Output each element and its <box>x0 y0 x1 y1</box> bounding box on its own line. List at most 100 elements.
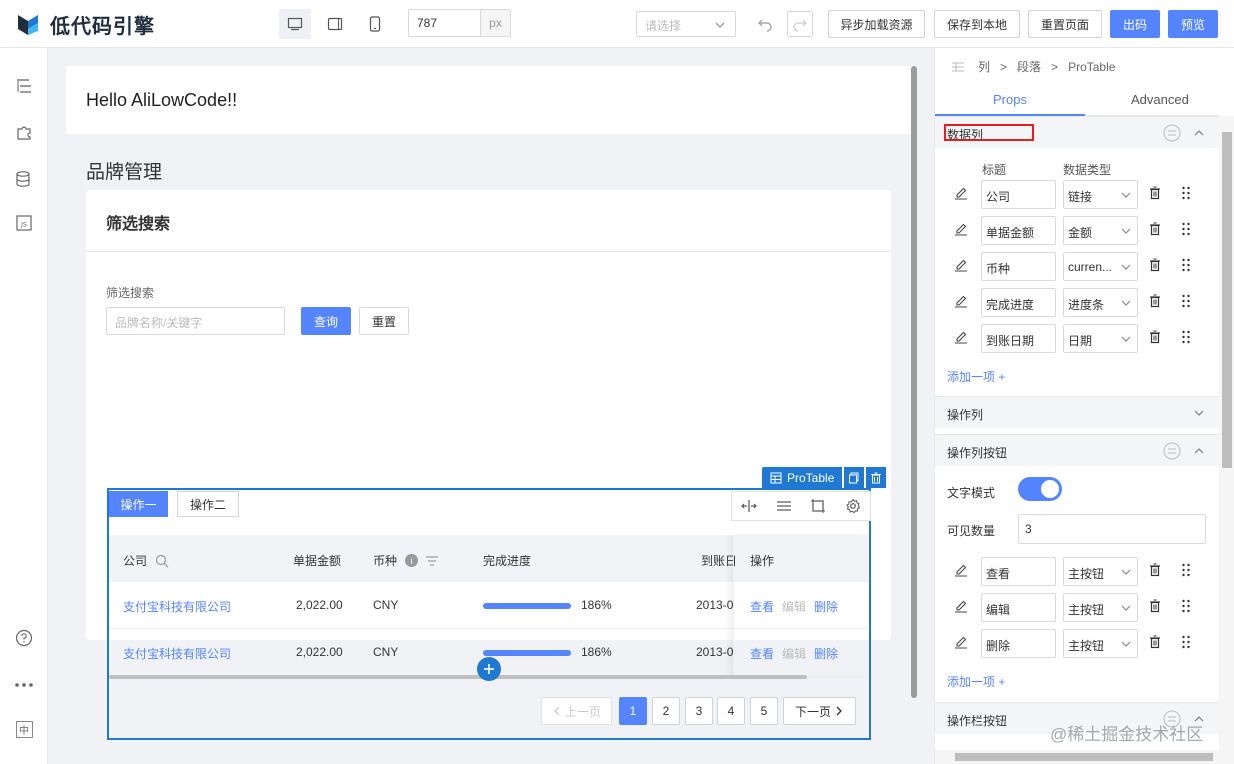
drag-handle-icon[interactable] <box>1181 258 1191 272</box>
column-type-select[interactable]: 日期 <box>1063 324 1138 353</box>
drag-handle-icon[interactable] <box>1181 599 1191 613</box>
column-title-input[interactable]: 到账日期 <box>981 324 1056 353</box>
trash-icon[interactable] <box>1149 258 1161 272</box>
section-op-column-header[interactable]: 操作列 <box>935 396 1219 428</box>
table-horizontal-scrollbar[interactable] <box>109 675 807 679</box>
chevron-up-icon[interactable] <box>1190 442 1208 460</box>
view-link[interactable]: 查看 <box>750 598 774 615</box>
edit-icon[interactable] <box>954 635 968 649</box>
page-3-button[interactable]: 3 <box>685 697 713 725</box>
datasource-button[interactable] <box>14 169 34 189</box>
delete-link[interactable]: 删除 <box>814 645 838 662</box>
canvas-width-input[interactable]: 787 px <box>408 9 511 37</box>
column-type-select[interactable]: 金额 <box>1063 216 1138 245</box>
row-company-link[interactable]: 支付宝科技有限公司 <box>123 598 231 615</box>
drag-handle-icon[interactable] <box>1181 186 1191 200</box>
fullscreen-icon[interactable] <box>810 498 826 514</box>
delete-link[interactable]: 删除 <box>814 598 838 615</box>
schema-select[interactable]: 请选择 <box>636 11 736 37</box>
edit-icon[interactable] <box>954 330 968 344</box>
preview-button[interactable]: 预览 <box>1168 10 1218 38</box>
row-company-link[interactable]: 支付宝科技有限公司 <box>123 645 231 662</box>
page-4-button[interactable]: 4 <box>717 697 745 725</box>
next-page-button[interactable]: 下一页 <box>783 697 856 725</box>
column-width-icon[interactable] <box>741 499 758 513</box>
trash-icon[interactable] <box>1149 563 1161 577</box>
column-title-input[interactable]: 公司 <box>981 180 1056 209</box>
breadcrumb-item[interactable]: ProTable <box>1068 60 1115 74</box>
canvas-vertical-scrollbar[interactable] <box>911 66 917 698</box>
drag-handle-icon[interactable] <box>1181 635 1191 649</box>
protable[interactable]: 操作一 操作二 公司 单据金额 币种 i 完成进度 到账日 操作 支付宝科技有限… <box>107 488 871 740</box>
gear-icon[interactable] <box>845 498 861 514</box>
protable-label[interactable]: ProTable <box>762 467 843 488</box>
chevron-down-icon[interactable] <box>1190 404 1208 422</box>
edit-icon[interactable] <box>954 186 968 200</box>
chevron-up-icon[interactable] <box>1190 124 1208 142</box>
copy-component-button[interactable] <box>844 467 865 488</box>
op-button-type-select[interactable]: 主按钮 <box>1063 557 1138 586</box>
reset-button[interactable]: 重置 <box>359 307 409 335</box>
help-button[interactable] <box>14 628 34 648</box>
prev-page-button[interactable]: 上一页 <box>541 697 612 725</box>
drag-handle-icon[interactable] <box>1181 330 1191 344</box>
edit-icon[interactable] <box>954 599 968 613</box>
breadcrumb-item[interactable]: 段落 <box>1017 58 1041 75</box>
variable-binding-icon[interactable] <box>1163 124 1181 142</box>
text-mode-toggle[interactable] <box>1018 477 1062 501</box>
column-type-select[interactable]: 链接 <box>1063 180 1138 209</box>
op-button-type-select[interactable]: 主按钮 <box>1063 629 1138 658</box>
device-desktop-button[interactable] <box>279 9 311 39</box>
page-1-button[interactable]: 1 <box>619 697 647 725</box>
variable-binding-icon[interactable] <box>1163 442 1181 460</box>
add-component-button[interactable] <box>477 657 501 681</box>
edit-icon[interactable] <box>954 222 968 236</box>
trash-icon[interactable] <box>1149 635 1161 649</box>
op-button-type-select[interactable]: 主按钮 <box>1063 593 1138 622</box>
undo-button[interactable] <box>752 11 778 37</box>
row-density-icon[interactable] <box>776 499 792 513</box>
reset-page-button[interactable]: 重置页面 <box>1028 10 1102 38</box>
scrollbar-thumb[interactable] <box>1222 132 1232 468</box>
column-title-input[interactable]: 单据金额 <box>981 216 1056 245</box>
tab-advanced[interactable]: Advanced <box>1131 92 1189 107</box>
column-type-select[interactable]: curren... <box>1063 252 1138 281</box>
outline-tree-button[interactable] <box>14 76 34 96</box>
save-local-button[interactable]: 保存到本地 <box>934 10 1020 38</box>
delete-component-button[interactable] <box>866 467 887 488</box>
info-icon[interactable]: i <box>405 554 419 567</box>
more-button[interactable] <box>14 675 34 695</box>
component-library-button[interactable] <box>14 122 34 142</box>
column-title-input[interactable]: 币种 <box>981 252 1056 281</box>
edit-link[interactable]: 编辑 <box>782 598 806 615</box>
trash-icon[interactable] <box>1149 599 1161 613</box>
add-op-button-link[interactable]: 添加一项 + <box>947 673 1005 690</box>
async-load-button[interactable]: 异步加载资源 <box>828 10 925 38</box>
drag-handle-icon[interactable] <box>1181 294 1191 308</box>
edit-icon[interactable] <box>954 563 968 577</box>
page-2-button[interactable]: 2 <box>652 697 680 725</box>
section-op-buttons-header[interactable]: 操作列按钮 <box>935 434 1219 466</box>
edit-icon[interactable] <box>954 294 968 308</box>
column-type-select[interactable]: 进度条 <box>1063 288 1138 317</box>
visible-count-input[interactable]: 3 <box>1018 514 1206 544</box>
drag-handle-icon[interactable] <box>1181 222 1191 236</box>
settings-vertical-scrollbar[interactable] <box>1219 116 1234 764</box>
tab-props[interactable]: Props <box>993 92 1027 107</box>
trash-icon[interactable] <box>1149 294 1161 308</box>
page-5-button[interactable]: 5 <box>750 697 778 725</box>
op-button-title-input[interactable]: 删除 <box>981 629 1056 658</box>
brand-search-input[interactable]: 品牌名称/关键字 <box>106 307 285 335</box>
edit-icon[interactable] <box>954 258 968 272</box>
redo-button[interactable] <box>787 11 813 37</box>
edit-link[interactable]: 编辑 <box>782 645 806 662</box>
op-button-title-input[interactable]: 查看 <box>981 557 1056 586</box>
view-link[interactable]: 查看 <box>750 645 774 662</box>
op-button-title-input[interactable]: 编辑 <box>981 593 1056 622</box>
drag-handle-icon[interactable] <box>1181 563 1191 577</box>
tab-op-2[interactable]: 操作二 <box>177 491 239 517</box>
device-tablet-button[interactable] <box>319 9 351 39</box>
query-button[interactable]: 查询 <box>301 307 351 335</box>
add-data-column-link[interactable]: 添加一项 + <box>947 368 1005 385</box>
trash-icon[interactable] <box>1149 186 1161 200</box>
